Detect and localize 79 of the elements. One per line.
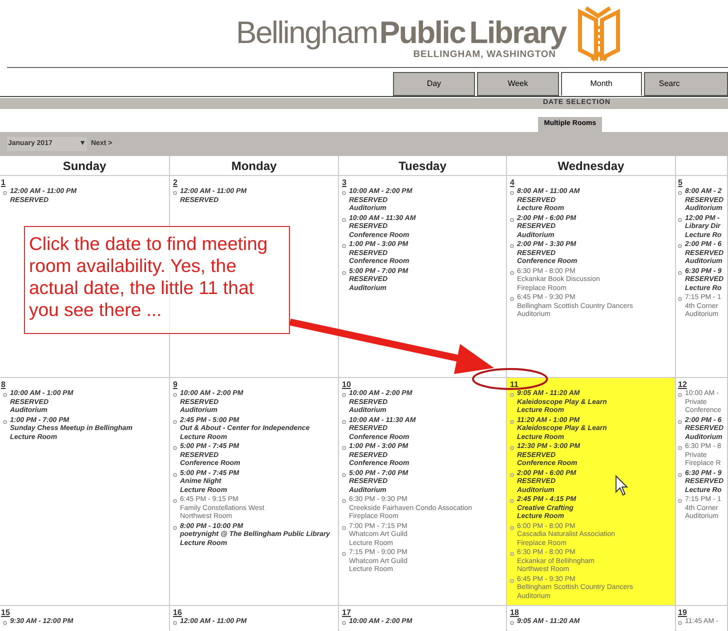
bullet-icon (510, 393, 514, 397)
bullet-icon (678, 270, 682, 274)
date-link[interactable]: 4 (510, 178, 514, 187)
date-link[interactable]: 15 (1, 608, 10, 617)
bullet-icon (3, 393, 7, 397)
bullet-icon (678, 191, 682, 195)
bullet-icon (510, 578, 514, 582)
bullet-icon (678, 621, 682, 625)
date-link[interactable]: 9 (173, 380, 178, 389)
date-link[interactable]: 10 (342, 380, 351, 389)
bullet-icon (678, 393, 682, 397)
bullet-icon (678, 218, 682, 222)
bullet-icon (342, 552, 346, 556)
callout-text: Click the date to find meeting room availability. Yes, the actual date, the little 11 that you see there ... (29, 233, 269, 321)
weekday-header: Tuesday (398, 158, 446, 174)
bullet-icon (510, 621, 514, 625)
bullet-icon (510, 472, 514, 476)
bullet-icon (173, 621, 177, 625)
bullet-icon (342, 270, 346, 274)
bullet-icon (678, 420, 682, 424)
view-tab[interactable]: Month (560, 72, 642, 96)
date-link[interactable]: 11 (510, 380, 518, 389)
bullet-icon (510, 446, 514, 450)
bullet-icon (342, 393, 346, 397)
bullet-icon (173, 472, 177, 476)
bullet-icon (510, 244, 514, 248)
bullet-icon (342, 526, 346, 530)
bullet-icon (678, 499, 682, 503)
bullet-icon (342, 621, 346, 625)
bullet-icon (173, 499, 177, 503)
bullet-icon (342, 499, 346, 503)
view-tab[interactable]: Week (476, 72, 559, 96)
bullet-icon (510, 552, 514, 556)
date-link[interactable]: 5 (678, 178, 682, 187)
cursor-icon (616, 474, 628, 496)
bullet-icon (173, 393, 177, 397)
bullet-icon (342, 472, 346, 476)
logo-text: Bellingham (236, 18, 378, 48)
date-link[interactable]: 8 (1, 380, 6, 389)
bullet-icon (3, 191, 7, 195)
book-icon (576, 6, 622, 62)
weekday-header: Monday (231, 158, 277, 174)
bullet-icon (342, 191, 346, 195)
weekday-header: Wednesday (558, 158, 624, 174)
bullet-icon (510, 420, 514, 424)
bullet-icon (342, 446, 346, 450)
date-link[interactable]: 3 (342, 178, 346, 187)
bullet-icon (678, 244, 682, 248)
bullet-icon (173, 191, 177, 195)
bullet-icon (342, 420, 346, 424)
logo-text: Public (379, 18, 466, 48)
bullet-icon (510, 526, 514, 530)
bullet-icon (510, 191, 514, 195)
bullet-icon (510, 297, 514, 301)
date-link[interactable]: 2 (173, 178, 178, 187)
bullet-icon (3, 420, 7, 424)
bullet-icon (678, 446, 682, 450)
view-tab[interactable]: Day (393, 72, 475, 96)
view-tab[interactable]: Searc (644, 72, 728, 96)
logo-subtitle: BELLINGHAM, WASHINGTON (413, 49, 556, 62)
bullet-icon (173, 446, 177, 450)
bullet-icon (173, 526, 177, 530)
bullet-icon (510, 270, 514, 274)
date-link[interactable]: 18 (510, 608, 519, 617)
date-link[interactable]: 16 (173, 608, 182, 617)
date-link[interactable]: 19 (678, 608, 687, 617)
bullet-icon (510, 218, 514, 222)
bullet-icon (678, 472, 682, 476)
date-link[interactable]: 12 (678, 380, 687, 389)
logo-text: Library (469, 18, 566, 48)
bullet-icon (342, 244, 346, 248)
date-link[interactable]: 1 (1, 178, 6, 187)
date-link[interactable]: 17 (342, 608, 351, 617)
weekday-header: Sunday (62, 158, 106, 174)
bullet-icon (3, 621, 7, 625)
bullet-icon (173, 420, 177, 424)
bullet-icon (510, 499, 514, 503)
bullet-icon (678, 297, 682, 301)
bullet-icon (342, 218, 346, 222)
